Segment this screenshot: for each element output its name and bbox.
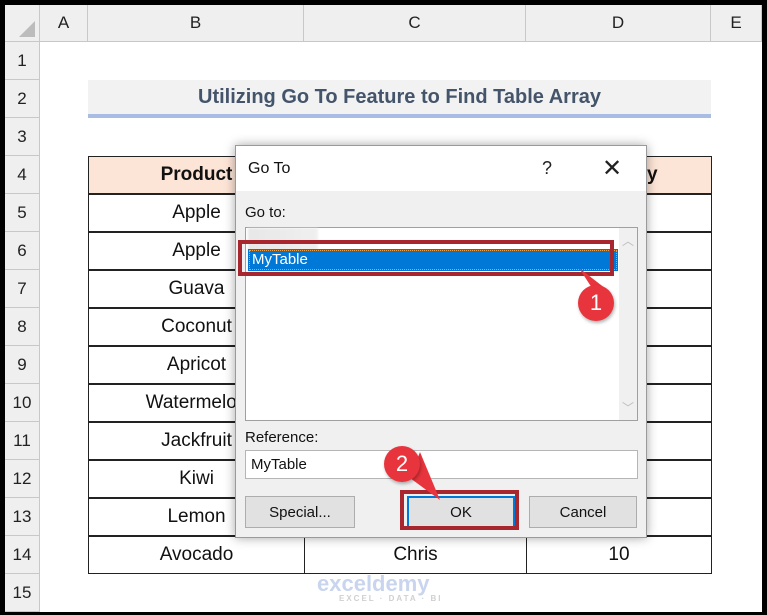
step-callout-2: 2 [384,446,420,482]
step-callout-1: 1 [578,285,614,321]
callout-tails [410,268,610,500]
